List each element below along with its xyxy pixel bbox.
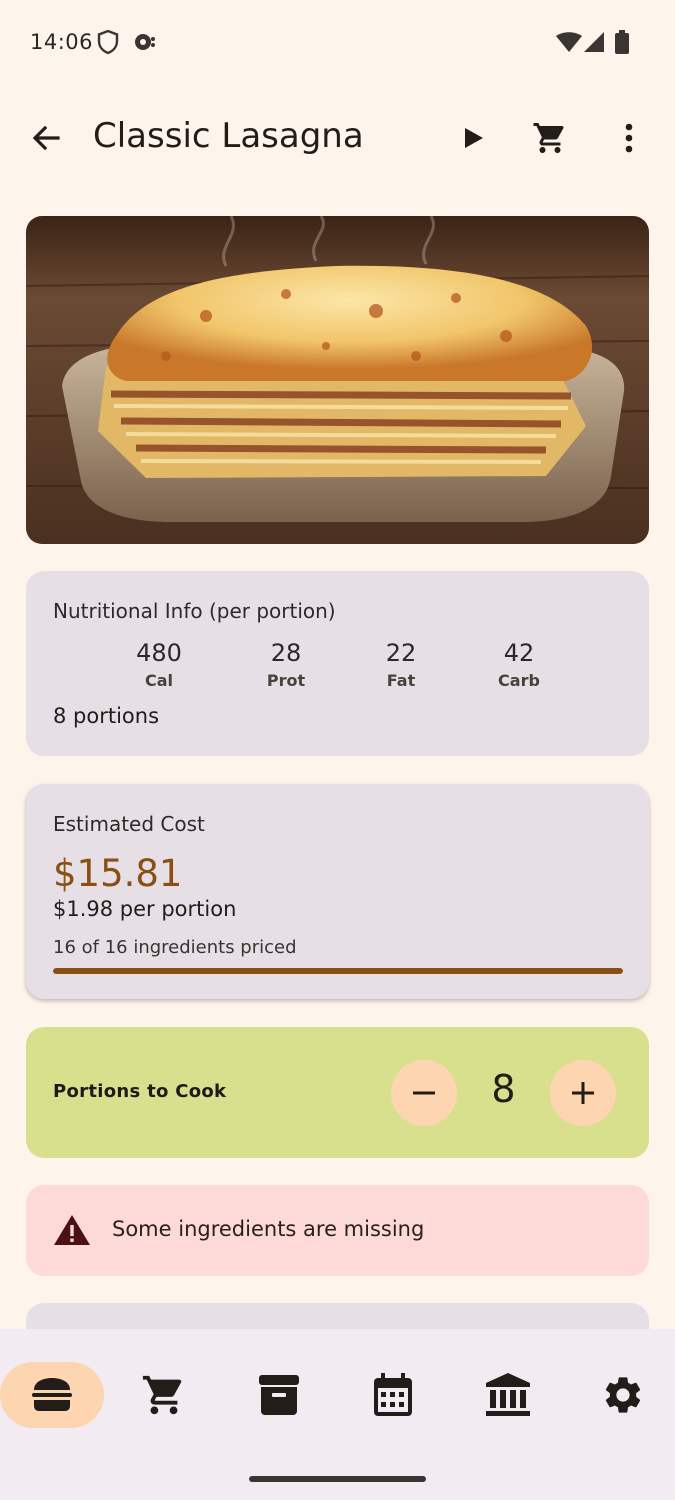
bottom-navigation bbox=[0, 1329, 675, 1500]
back-arrow-icon bbox=[32, 125, 60, 151]
nutrition-protein: 28 Prot bbox=[236, 639, 336, 690]
cart-icon bbox=[142, 1375, 182, 1415]
nutrition-value: 480 bbox=[136, 639, 182, 667]
status-time: 14:06 bbox=[30, 30, 94, 54]
ingredients-priced: 16 of 16 ingredients priced bbox=[53, 937, 297, 958]
priced-progress-fill bbox=[53, 968, 623, 974]
portions-to-cook-label: Portions to Cook bbox=[53, 1081, 227, 1102]
nav-meal-plan[interactable] bbox=[341, 1362, 445, 1428]
app-bar: Classic Lasagna bbox=[0, 90, 675, 186]
increase-portions-button[interactable] bbox=[550, 1060, 616, 1126]
portions-value: 8 bbox=[491, 1067, 516, 1111]
nutrition-value: 22 bbox=[385, 639, 417, 667]
play-button[interactable] bbox=[449, 114, 497, 162]
nutrition-label: Prot bbox=[266, 671, 306, 690]
burger-icon bbox=[32, 1378, 72, 1411]
nutrition-label: Carb bbox=[498, 671, 540, 690]
warning-text: Some ingredients are missing bbox=[112, 1217, 425, 1241]
portions-to-cook-card: Portions to Cook 8 bbox=[26, 1027, 649, 1158]
cost-heading: Estimated Cost bbox=[53, 812, 205, 836]
cost-per-portion: $1.98 per portion bbox=[53, 897, 237, 921]
play-icon bbox=[465, 128, 483, 148]
decrease-portions-button[interactable] bbox=[391, 1060, 457, 1126]
nutrition-fat: 22 Fat bbox=[351, 639, 451, 690]
nutrition-calories: 480 Cal bbox=[109, 639, 209, 690]
archive-icon bbox=[259, 1375, 299, 1415]
cell-signal-icon bbox=[584, 32, 604, 56]
priced-progress-bar bbox=[53, 968, 623, 974]
nav-shopping[interactable] bbox=[112, 1362, 216, 1428]
calendar-icon bbox=[374, 1373, 412, 1416]
more-options-button[interactable] bbox=[605, 114, 653, 162]
warning-icon bbox=[53, 1214, 91, 1250]
nutrition-carbs: 42 Carb bbox=[469, 639, 569, 690]
home-indicator[interactable] bbox=[249, 1476, 426, 1482]
notification-bubble-icon bbox=[133, 32, 157, 56]
back-button[interactable] bbox=[22, 114, 70, 162]
gear-icon bbox=[605, 1377, 641, 1413]
plus-icon bbox=[572, 1082, 594, 1104]
wifi-icon bbox=[556, 32, 582, 56]
page-title: Classic Lasagna bbox=[93, 116, 364, 156]
nav-settings[interactable] bbox=[571, 1362, 675, 1428]
portions-count: 8 portions bbox=[53, 704, 160, 728]
battery-icon bbox=[614, 30, 630, 58]
nav-budget[interactable] bbox=[456, 1362, 560, 1428]
cost-card[interactable]: Estimated Cost $15.81 $1.98 per portion … bbox=[26, 784, 649, 999]
missing-ingredients-warning[interactable]: Some ingredients are missing bbox=[26, 1185, 649, 1276]
more-vert-icon bbox=[625, 123, 633, 153]
cart-icon bbox=[533, 123, 564, 153]
nutrition-label: Cal bbox=[144, 671, 174, 690]
nutrition-value: 42 bbox=[503, 639, 535, 667]
minus-icon bbox=[413, 1091, 435, 1095]
nutrition-label: Fat bbox=[386, 671, 416, 690]
cost-amount: $15.81 bbox=[53, 852, 183, 895]
status-bar: 14:06 bbox=[0, 0, 675, 86]
cart-button[interactable] bbox=[526, 114, 574, 162]
nutrition-value: 28 bbox=[270, 639, 302, 667]
nav-pantry[interactable] bbox=[227, 1362, 331, 1428]
bank-icon bbox=[486, 1373, 530, 1416]
nutrition-card: Nutritional Info (per portion) 480 Cal 2… bbox=[26, 571, 649, 756]
nutrition-heading: Nutritional Info (per portion) bbox=[53, 599, 336, 623]
recipe-image bbox=[26, 216, 649, 544]
shield-icon bbox=[97, 29, 119, 58]
nav-recipes[interactable] bbox=[0, 1362, 104, 1428]
